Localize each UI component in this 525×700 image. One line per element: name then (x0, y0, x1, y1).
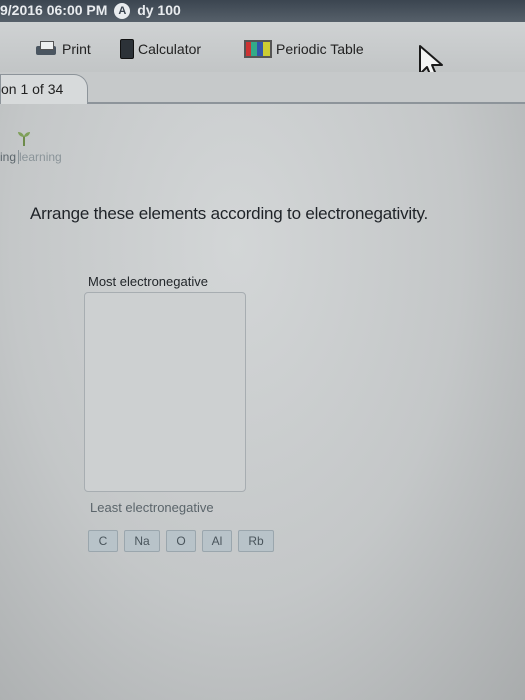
least-electronegative-label: Least electronegative (90, 500, 214, 515)
most-electronegative-label: Most electronegative (88, 274, 208, 289)
brand-logo-text-right: learning (19, 150, 62, 164)
brand-logo: ing learning (0, 128, 120, 168)
due-date-text: 9/2016 06:00 PM (0, 2, 108, 18)
sprout-logo-icon (18, 132, 30, 146)
question-tab-bar: on 1 of 34 (0, 72, 525, 104)
screen: 9/2016 06:00 PM A dy 100 Print Calculato… (0, 0, 525, 700)
brand-logo-text-left: ing (0, 150, 20, 164)
tab-question[interactable]: on 1 of 34 (0, 74, 88, 104)
periodic-table-label: Periodic Table (276, 41, 364, 57)
element-choices: C Na O Al Rb (88, 530, 274, 552)
element-chip-na[interactable]: Na (124, 530, 160, 552)
calculator-icon (120, 39, 134, 59)
element-chip-c[interactable]: C (88, 530, 118, 552)
ranking-drop-zone[interactable] (84, 292, 246, 492)
question-prompt: Arrange these elements according to elec… (30, 204, 429, 223)
question-content: Arrange these elements according to elec… (0, 170, 525, 700)
periodic-table-icon (244, 40, 272, 58)
brand-logo-text: ing learning (0, 150, 62, 164)
print-label: Print (62, 41, 91, 57)
print-button[interactable]: Print (34, 38, 91, 60)
element-chip-o[interactable]: O (166, 530, 196, 552)
periodic-table-button[interactable]: Periodic Table (244, 38, 364, 60)
calculator-label: Calculator (138, 41, 202, 57)
calculator-button[interactable]: Calculator (120, 38, 201, 60)
due-badge-icon: A (114, 3, 131, 19)
element-chip-rb[interactable]: Rb (238, 530, 274, 552)
question-tab-label: on 1 of 34 (1, 81, 64, 97)
toolbar: Print Calculator Periodic Table (0, 22, 525, 72)
assignment-header: 9/2016 06:00 PM A dy 100 (0, 0, 525, 22)
due-text: dy 100 (137, 2, 181, 18)
printer-icon (34, 40, 58, 58)
element-chip-al[interactable]: Al (202, 530, 232, 552)
